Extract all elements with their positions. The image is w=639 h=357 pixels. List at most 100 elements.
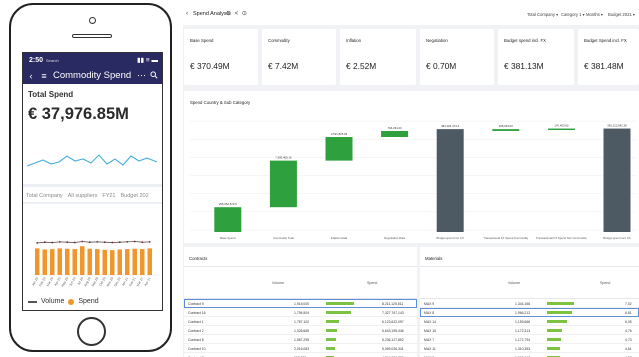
- waterfall-bar[interactable]: [436, 129, 464, 232]
- more-icon[interactable]: ⋯: [137, 70, 146, 81]
- table-row[interactable]: Contract 9 1,915,000 8,211,125,511: [184, 299, 417, 308]
- waterfall-chart[interactable]: 205,062,572.6 Base Spend 7,395,469.16 Commo…: [184, 91, 639, 243]
- spend-bar[interactable]: [35, 248, 40, 275]
- waterfall-bar[interactable]: [547, 128, 575, 131]
- volume-point[interactable]: [88, 241, 91, 244]
- filter-months[interactable]: Months ▾: [586, 12, 603, 17]
- table-row[interactable]: MAX 14 1,159,666 6,05: [420, 317, 639, 326]
- kpi-card[interactable]: Commodity € 7.42M: [262, 29, 336, 85]
- volume-point[interactable]: [73, 241, 76, 244]
- spend-bar[interactable]: [80, 246, 85, 275]
- column-header-spend[interactable]: Spend: [600, 281, 610, 285]
- table-row[interactable]: MAX 7 1,172,794 4,73: [420, 335, 639, 344]
- volume-point[interactable]: [58, 240, 61, 243]
- contracts-title: Contracts: [189, 256, 208, 261]
- spend-bar[interactable]: [50, 249, 55, 275]
- filter-chip[interactable]: Budget 202: [121, 193, 149, 199]
- filter-budget[interactable]: Budget 2021 ▾: [608, 12, 635, 17]
- waterfall-data-label: 2,521,826.94: [331, 132, 348, 136]
- kpi-card[interactable]: Negotiation € 0.70M: [420, 29, 494, 85]
- spend-bar[interactable]: [117, 249, 123, 275]
- volume-point[interactable]: [103, 241, 106, 244]
- volume-point[interactable]: [51, 241, 54, 244]
- row-name: MAX 7: [424, 338, 435, 342]
- volume-point[interactable]: [133, 240, 136, 243]
- volume-point[interactable]: [96, 240, 99, 243]
- table-row[interactable]: MAX 11 1,310,353 4,61: [420, 344, 639, 353]
- row-name: MAX 14: [424, 320, 437, 324]
- volume-point[interactable]: [141, 241, 144, 244]
- waterfall-bar[interactable]: [603, 128, 631, 232]
- volume-spend-chart[interactable]: Jan 20 Feb 20 Mar 20 Apr 20May 20 Jun 20 Jul …: [25, 223, 162, 295]
- table-row[interactable]: Contract 16 1,794,504 7,327,767,143: [184, 308, 417, 317]
- kpi-label: Base Spend: [190, 38, 214, 43]
- waterfall-category-label: Transactional FX Spend Commodity: [483, 236, 528, 240]
- waterfall-bar[interactable]: [269, 160, 297, 208]
- spend-bar[interactable]: [125, 249, 130, 275]
- column-header-volume[interactable]: Volume: [272, 281, 284, 285]
- volume-point[interactable]: [43, 241, 46, 244]
- table-row[interactable]: Contract 8 1,567,295 5,236,127,852: [184, 335, 417, 344]
- spend-bar[interactable]: [95, 249, 100, 275]
- column-header-volume[interactable]: Volume: [508, 281, 520, 285]
- status-time: 2:50: [29, 56, 44, 64]
- filter-category[interactable]: Category 1 ▾: [561, 12, 585, 17]
- total-spend-value: € 37,976.85M: [28, 105, 129, 123]
- kpi-card[interactable]: Inflation € 2.52M: [340, 29, 416, 85]
- kpi-label: Inflation: [346, 38, 362, 43]
- waterfall-category-label: Base Spend: [220, 236, 236, 240]
- dashboard-header: ‹ Spend Analysis ⊙ < ⊙ Total Company ▾ C…: [183, 3, 639, 25]
- table-row[interactable]: MAX 15 1,172,313 4,76: [420, 326, 639, 335]
- spend-bar[interactable]: [110, 250, 115, 275]
- volume-point[interactable]: [111, 241, 114, 244]
- volume-point[interactable]: [66, 241, 69, 244]
- month-tick-label: Jun 20: [68, 276, 76, 286]
- table-row[interactable]: Contract 1 1,787,102 6,123,622,097: [184, 317, 417, 326]
- table-row[interactable]: Contract 7998,8224,744,090,776: [184, 353, 417, 357]
- search-icon[interactable]: [150, 70, 158, 81]
- table-row[interactable]: Contract 10 2,016,083 5,069,026,341: [184, 344, 417, 353]
- volume-point[interactable]: [148, 240, 151, 243]
- total-spend-card[interactable]: Total Spend € 37,976.85M: [23, 84, 162, 187]
- row-spend: 4,76: [625, 329, 632, 333]
- row-spend-bar: [547, 302, 574, 305]
- volume-point[interactable]: [81, 240, 84, 243]
- row-volume: 1,344,166: [515, 302, 531, 306]
- dashboard-title: Spend Analysis: [193, 11, 231, 17]
- spend-bar[interactable]: [57, 248, 63, 275]
- spend-bar[interactable]: [72, 249, 78, 275]
- waterfall-bar[interactable]: [492, 129, 520, 131]
- kpi-card[interactable]: Budget Spend incl. FX € 381.48M: [578, 29, 639, 85]
- waterfall-bar[interactable]: [214, 207, 242, 232]
- filter-chip[interactable]: Total Company: [26, 193, 63, 199]
- filter-chip[interactable]: All suppliers: [68, 193, 98, 199]
- row-volume: 1,172,794: [515, 338, 531, 342]
- filter-chip[interactable]: FY21: [102, 193, 115, 199]
- filter-total-company[interactable]: Total Company ▾: [527, 12, 558, 17]
- spend-bar[interactable]: [87, 248, 93, 275]
- volume-point[interactable]: [126, 240, 129, 243]
- table-row[interactable]: MAX 9 1,344,166 7,02: [420, 299, 639, 308]
- table-row[interactable]: Contract 2 1,326,665 5,643,195,446: [184, 326, 417, 335]
- volume-point[interactable]: [118, 241, 121, 244]
- column-header-spend[interactable]: Spend: [367, 281, 377, 285]
- spend-bar[interactable]: [147, 248, 153, 275]
- spend-bar[interactable]: [102, 249, 108, 275]
- spend-bar[interactable]: [65, 248, 70, 275]
- table-row[interactable]: MAX 21,062,4174,57: [420, 353, 639, 357]
- kpi-card[interactable]: Base Spend € 370.49M: [184, 29, 258, 85]
- waterfall-bar[interactable]: [381, 130, 409, 138]
- menu-icon[interactable]: ≡: [40, 71, 48, 81]
- spend-bar[interactable]: [42, 249, 48, 275]
- waterfall-bar[interactable]: [325, 137, 353, 161]
- spend-bar[interactable]: [132, 248, 138, 275]
- volume-point[interactable]: [36, 242, 39, 244]
- kpi-card[interactable]: Budget spend incl. FX € 381.13M: [498, 29, 574, 85]
- home-button[interactable]: [77, 317, 106, 346]
- chevron-left-icon[interactable]: ‹: [27, 71, 35, 81]
- share-tools-icon[interactable]: ⊙ < ⊙: [226, 10, 248, 17]
- table-row[interactable]: MAX 8 1,966,212 6,81: [420, 308, 639, 317]
- row-name: MAX 9: [424, 302, 435, 306]
- spend-bar[interactable]: [140, 249, 145, 275]
- back-icon[interactable]: ‹: [186, 11, 188, 17]
